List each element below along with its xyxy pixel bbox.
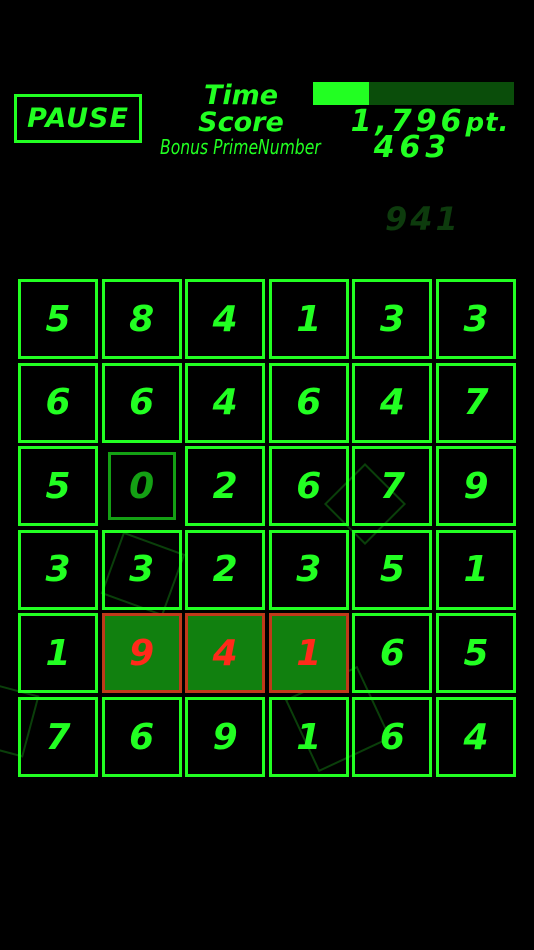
board-cell[interactable]: 5	[18, 279, 98, 359]
cell-digit: 1	[296, 632, 322, 674]
board-cell[interactable]: 9	[185, 697, 266, 777]
time-bar	[313, 82, 514, 105]
cell-digit: 6	[379, 632, 405, 674]
board-cell[interactable]: 6	[268, 362, 349, 443]
cell-digit: 1	[463, 549, 489, 591]
board-cell[interactable]: 1	[436, 529, 516, 610]
cell-digit: 1	[296, 716, 322, 758]
board-cell[interactable]: 1	[268, 613, 349, 694]
bonus-prime-value: 463	[373, 130, 452, 165]
cell-digit: 9	[212, 716, 238, 758]
cell-digit: 2	[212, 549, 238, 591]
board-cell[interactable]: 4	[185, 362, 266, 443]
cell-digit: 4	[379, 382, 405, 424]
cell-digit: 3	[379, 298, 405, 340]
cell-digit: 1	[45, 632, 71, 674]
board-cell[interactable]: 6	[352, 613, 433, 694]
board-cell[interactable]: 5	[436, 613, 516, 694]
board-cell[interactable]: 3	[436, 279, 516, 359]
cell-digit: 7	[463, 382, 489, 424]
cell-digit: 6	[129, 382, 155, 424]
cell-digit: 3	[45, 549, 71, 591]
board-cell[interactable]: 6	[18, 362, 98, 443]
board-cell[interactable]: 3	[101, 529, 182, 610]
board-cell[interactable]: 6	[352, 697, 433, 777]
cell-digit: 7	[379, 465, 405, 507]
cell-digit: 5	[45, 465, 71, 507]
time-bar-fill	[313, 82, 370, 105]
board-cell[interactable]: 9	[101, 613, 182, 694]
cell-digit: 9	[129, 632, 155, 674]
board-cell[interactable]: 3	[352, 279, 433, 359]
board-cell[interactable]: 9	[436, 446, 516, 527]
cell-digit: 6	[379, 716, 405, 758]
score-label: Score	[198, 107, 284, 138]
last-prime-ghost: 941	[385, 200, 461, 238]
cell-digit: 2	[212, 465, 238, 507]
board-cell[interactable]: 0	[102, 446, 182, 526]
board-cell[interactable]: 1	[268, 697, 349, 777]
board-cell[interactable]: 4	[185, 279, 266, 359]
cell-digit: 3	[296, 549, 322, 591]
cell-digit: 7	[45, 716, 71, 758]
cell-digit: 3	[463, 298, 489, 340]
board-cell[interactable]: 2	[185, 446, 266, 527]
board-cell[interactable]: 4	[436, 697, 516, 777]
cell-digit: 4	[212, 632, 238, 674]
cell-digit: 8	[129, 298, 155, 340]
cell-digit: 5	[463, 632, 489, 674]
board-cell[interactable]: 3	[18, 529, 98, 610]
cell-digit: 6	[296, 382, 322, 424]
board-cell[interactable]: 8	[101, 279, 182, 359]
board-cell[interactable]: 7	[352, 446, 433, 527]
board-cell[interactable]: 4	[352, 362, 433, 443]
board-cell[interactable]: 5	[18, 446, 98, 527]
board-cell[interactable]: 4	[185, 613, 266, 694]
board-cell[interactable]: 2	[185, 529, 266, 610]
board-cell[interactable]: 5	[352, 529, 433, 610]
cell-digit: 4	[212, 382, 238, 424]
cell-digit: 9	[463, 465, 489, 507]
number-board: 584133664647502679332351194165769164	[0, 279, 516, 779]
cell-digit: 5	[45, 298, 71, 340]
cell-digit: 4	[212, 298, 238, 340]
cell-digit: 6	[129, 716, 155, 758]
board-cell[interactable]: 6	[268, 446, 349, 527]
cell-digit: 4	[463, 716, 489, 758]
board-cell[interactable]: 1	[268, 279, 349, 359]
board-cell[interactable]: 7	[18, 697, 98, 777]
cell-digit: 5	[379, 549, 405, 591]
cell-digit: 3	[129, 549, 155, 591]
board-cell[interactable]: 3	[268, 529, 349, 610]
board-cell[interactable]: 1	[18, 613, 98, 694]
board-cell[interactable]: 6	[101, 697, 182, 777]
board-cell[interactable]: 7	[436, 362, 516, 443]
cell-digit: 6	[296, 465, 322, 507]
cell-frame	[107, 452, 176, 521]
board-cell[interactable]: 6	[101, 362, 182, 443]
pause-button[interactable]: PAUSE	[14, 94, 142, 143]
cell-digit: 6	[45, 382, 71, 424]
cell-digit: 1	[296, 298, 322, 340]
bonus-prime-label: Bonus PrimeNumber	[160, 135, 321, 159]
